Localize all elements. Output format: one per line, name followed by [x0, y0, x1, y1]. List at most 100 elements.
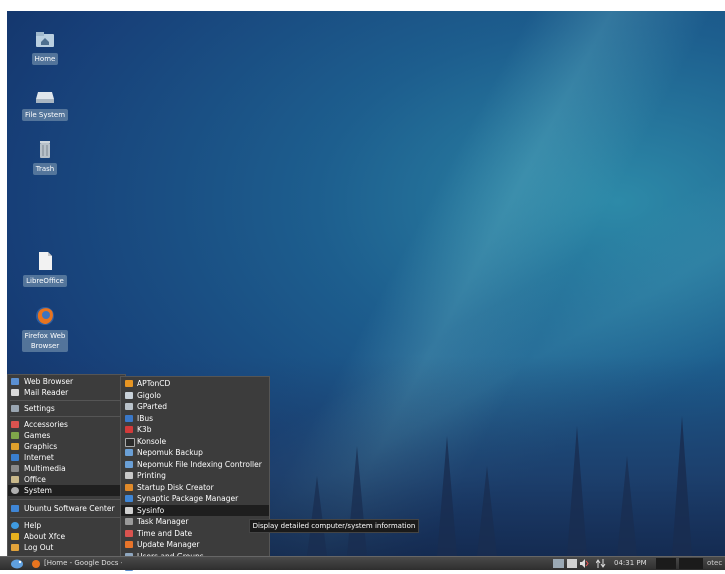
submenu-item-time-and-date[interactable]: Time and Date [121, 528, 269, 540]
task-manager-icon [125, 518, 133, 525]
terminal-icon [125, 437, 135, 447]
menu-item-multimedia[interactable]: Multimedia› [8, 463, 125, 474]
submenu-item-nepomuk-backup[interactable]: Nepomuk Backup [121, 447, 269, 459]
printer-icon [125, 472, 133, 479]
gparted-icon [125, 403, 133, 410]
desktop-icon-label: Home [31, 53, 59, 65]
desktop-icon-trash[interactable]: Trash [13, 138, 77, 175]
multimedia-icon [11, 465, 19, 472]
submenu-item-k3b[interactable]: K3b [121, 424, 269, 436]
web-browser-icon [11, 378, 19, 385]
tree-silhouette [617, 456, 637, 556]
workspace-switcher[interactable] [679, 558, 703, 569]
submenu-item-aptoncd[interactable]: APTonCD [121, 378, 269, 390]
software-center-icon [11, 505, 19, 512]
desktop-icon-libreoffice[interactable]: LibreOffice [13, 250, 77, 287]
menu-separator [10, 517, 123, 518]
desktop-icon-file-system[interactable]: File System [13, 84, 77, 121]
synaptic-icon [125, 495, 133, 502]
logout-icon [11, 544, 19, 551]
sysinfo-icon [125, 506, 133, 514]
desktop-icon-home[interactable]: Home [13, 28, 77, 65]
menu-item-graphics[interactable]: Graphics› [8, 441, 125, 452]
sysinfo-tooltip: Display detailed computer/system informa… [249, 519, 419, 533]
mail-icon[interactable] [567, 559, 577, 568]
menu-item-about-xfce[interactable]: About Xfce [8, 531, 125, 542]
submenu-item-synaptic[interactable]: Synaptic Package Manager [121, 493, 269, 505]
help-icon [11, 522, 19, 529]
menu-item-accessories[interactable]: Accessories› [8, 419, 125, 430]
aptoncd-icon [125, 380, 133, 387]
accessories-icon [11, 421, 19, 428]
gigolo-icon [125, 391, 133, 399]
startup-disk-icon [125, 483, 133, 491]
desktop-icon-label: Trash [32, 163, 58, 175]
submenu-item-task-manager[interactable]: Task Manager [121, 516, 269, 528]
menu-item-system[interactable]: System› [8, 485, 125, 496]
system-gear-icon [11, 487, 19, 494]
desktop-icon-label: LibreOffice [23, 275, 67, 287]
menu-item-settings[interactable]: Settings› [8, 403, 125, 414]
nepomuk-icon [125, 449, 133, 456]
submenu-item-ibus[interactable]: IBus [121, 413, 269, 425]
submenu-item-nepomuk-indexing[interactable]: Nepomuk File Indexing Controller [121, 459, 269, 471]
panel-corner-text: otec [707, 559, 723, 567]
workspace-switcher[interactable] [656, 558, 676, 569]
tree-silhouette [307, 476, 327, 556]
bottom-panel: [Home - Google Docs - 04:31 PM otec [0, 556, 725, 570]
menu-item-web-browser[interactable]: Web Browser [8, 376, 125, 387]
volume-icon[interactable] [580, 559, 589, 568]
menu-separator [10, 400, 123, 401]
tree-silhouette [347, 446, 367, 556]
internet-icon [11, 454, 19, 461]
calendar-icon [125, 529, 133, 537]
firefox-icon [34, 305, 56, 327]
about-icon [11, 533, 19, 540]
nepomuk-icon [125, 460, 133, 468]
submenu-item-startup-disk-creator[interactable]: Startup Disk Creator [121, 482, 269, 494]
graphics-icon [11, 443, 19, 450]
panel-clock[interactable]: 04:31 PM [614, 557, 647, 570]
settings-icon [11, 405, 19, 412]
system-submenu: APTonCD Gigolo GParted IBus K3b Konsole … [120, 376, 270, 572]
tree-silhouette [672, 416, 692, 556]
desktop-icon-label: File System [21, 109, 69, 121]
menu-item-mail-reader[interactable]: Mail Reader [8, 387, 125, 398]
ibus-icon [125, 414, 133, 422]
network-icon[interactable] [595, 559, 606, 568]
menu-item-games[interactable]: Games› [8, 430, 125, 441]
firefox-icon [32, 560, 40, 568]
submenu-item-gparted[interactable]: GParted [121, 401, 269, 413]
taskbar-button-window[interactable]: [Home - Google Docs - [30, 557, 122, 570]
menu-separator [10, 416, 123, 417]
desktop-icon-firefox[interactable]: Firefox Web Browser [13, 305, 77, 352]
tree-silhouette [567, 426, 587, 556]
home-folder-icon [34, 28, 56, 50]
tree-silhouette [437, 436, 457, 556]
xfce-menu-button[interactable] [10, 558, 24, 569]
submenu-item-gigolo[interactable]: Gigolo [121, 390, 269, 402]
games-icon [11, 432, 19, 439]
menu-item-log-out[interactable]: Log Out [8, 542, 125, 553]
menu-item-ubuntu-software-center[interactable]: Ubuntu Software Center [8, 503, 125, 514]
monitor-icon[interactable] [553, 559, 564, 568]
xfce-mouse-icon [11, 559, 23, 569]
desktop-icon-label: Firefox Web Browser [21, 330, 69, 352]
document-icon [34, 250, 56, 272]
k3b-icon [125, 426, 133, 433]
tree-silhouette [477, 466, 497, 556]
submenu-item-konsole[interactable]: Konsole [121, 436, 269, 448]
menu-item-office[interactable]: Office› [8, 474, 125, 485]
submenu-item-sysinfo[interactable]: Sysinfo [121, 504, 269, 516]
drive-icon [34, 84, 56, 106]
menu-separator [10, 499, 123, 500]
submenu-item-printing[interactable]: Printing [121, 470, 269, 482]
mail-icon [11, 389, 19, 396]
office-icon [11, 476, 19, 483]
update-icon [125, 541, 133, 548]
applications-menu: Web Browser Mail Reader Settings› Access… [7, 374, 126, 558]
submenu-item-update-manager[interactable]: Update Manager [121, 539, 269, 551]
menu-item-internet[interactable]: Internet› [8, 452, 125, 463]
menu-item-help[interactable]: Help [8, 520, 125, 531]
trash-icon [34, 138, 56, 160]
